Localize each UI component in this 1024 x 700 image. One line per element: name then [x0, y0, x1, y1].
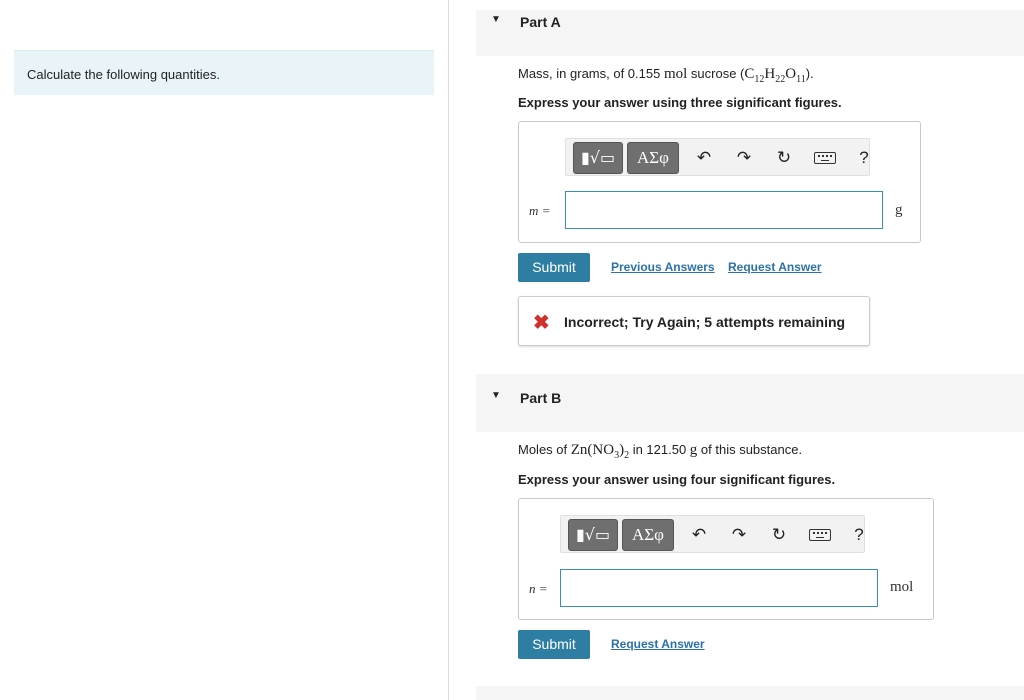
- next-part-header: [476, 686, 1024, 700]
- feedback-panel: ✖ Incorrect; Try Again; 5 attempts remai…: [518, 296, 870, 346]
- greek-symbols-button[interactable]: ΑΣφ: [622, 519, 674, 551]
- part-a-header[interactable]: ▼ Part A: [476, 10, 1024, 56]
- undo-icon[interactable]: ↶: [693, 147, 715, 169]
- previous-answers-link[interactable]: Previous Answers: [611, 260, 715, 274]
- variable-label-n: n =: [529, 581, 548, 596]
- help-icon[interactable]: ?: [848, 524, 870, 546]
- unit-label-g: g: [895, 202, 903, 218]
- part-a-question: Mass, in grams, of 0.155 mol sucrose (C1…: [518, 66, 814, 85]
- part-b-question: Moles of Zn(NO3)2 in 121.50 g of this su…: [518, 442, 803, 461]
- redo-icon[interactable]: ↷: [728, 524, 750, 546]
- keyboard-icon[interactable]: [809, 529, 831, 541]
- greek-symbols-button[interactable]: ΑΣφ: [627, 142, 679, 174]
- part-b-title: Part B: [520, 390, 562, 406]
- error-x-icon: ✖: [533, 312, 550, 334]
- collapse-triangle-icon[interactable]: ▼: [491, 14, 501, 25]
- part-a-instruction: Express your answer using three signific…: [518, 95, 842, 110]
- part-a-submit-button[interactable]: Submit: [518, 253, 590, 282]
- part-a-request-answer-link[interactable]: Request Answer: [728, 260, 822, 274]
- reset-icon[interactable]: ↻: [773, 147, 795, 169]
- part-a-answer-input[interactable]: [565, 191, 883, 229]
- undo-icon[interactable]: ↶: [688, 524, 710, 546]
- intro-panel: Calculate the following quantities.: [14, 50, 434, 95]
- left-column: Calculate the following quantities.: [0, 0, 449, 700]
- part-b-instruction: Express your answer using four significa…: [518, 472, 836, 487]
- part-b-answer-input[interactable]: [560, 569, 878, 607]
- collapse-triangle-icon[interactable]: ▼: [491, 390, 501, 401]
- math-toolbar: ▮√▭ ΑΣφ ↶ ↷ ↻ ?: [560, 515, 865, 553]
- keyboard-icon[interactable]: [814, 152, 836, 164]
- unit-label-mol: mol: [890, 579, 914, 595]
- template-button[interactable]: ▮√▭: [568, 519, 618, 551]
- part-b-submit-button[interactable]: Submit: [518, 630, 590, 659]
- feedback-message: Incorrect; Try Again; 5 attempts remaini…: [564, 314, 846, 330]
- variable-label-m: m =: [529, 203, 551, 218]
- reset-icon[interactable]: ↻: [768, 524, 790, 546]
- part-b-answer-box: ▮√▭ ΑΣφ ↶ ↷ ↻ ? n = mol: [518, 498, 934, 620]
- math-toolbar: ▮√▭ ΑΣφ ↶ ↷ ↻ ?: [565, 138, 870, 176]
- part-b-header[interactable]: ▼ Part B: [476, 374, 1024, 432]
- help-icon[interactable]: ?: [853, 147, 875, 169]
- part-b-request-answer-link[interactable]: Request Answer: [611, 637, 705, 651]
- template-button[interactable]: ▮√▭: [573, 142, 623, 174]
- intro-text: Calculate the following quantities.: [27, 67, 220, 82]
- part-a-answer-box: ▮√▭ ΑΣφ ↶ ↷ ↻ ? m = g: [518, 121, 921, 243]
- part-a-title: Part A: [520, 14, 561, 30]
- redo-icon[interactable]: ↷: [733, 147, 755, 169]
